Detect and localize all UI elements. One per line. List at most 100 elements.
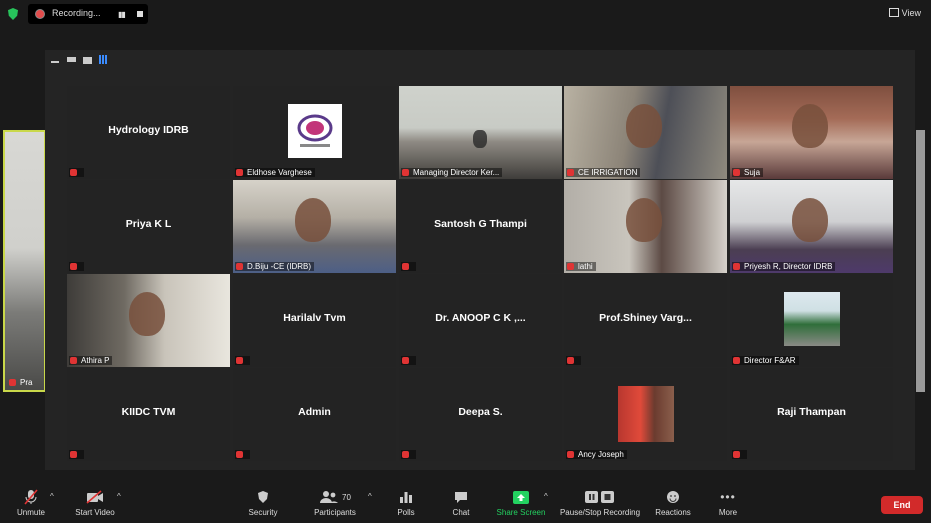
participant-tag: D.Biju -CE (IDRB) bbox=[235, 262, 315, 271]
reactions-label: Reactions bbox=[655, 508, 691, 517]
participant-tile[interactable]: Eldhose Varghese bbox=[233, 86, 396, 179]
participant-tag: lathi bbox=[566, 262, 596, 271]
recording-label: Recording... bbox=[52, 8, 101, 18]
participant-profile-photo bbox=[784, 292, 840, 346]
participant-tile[interactable]: lathi bbox=[564, 180, 727, 273]
chat-label: Chat bbox=[452, 508, 470, 517]
pause-recording-icon[interactable]: ▮▮ bbox=[118, 10, 126, 19]
side-participant-name: Pra bbox=[20, 378, 33, 387]
muted-mic-icon bbox=[733, 451, 740, 458]
muted-mic-icon bbox=[733, 169, 740, 176]
participant-tile[interactable]: CE IRRIGATION bbox=[564, 86, 727, 179]
participant-name: Priya K L bbox=[125, 218, 172, 230]
participant-tile[interactable]: Athira P bbox=[67, 274, 230, 367]
gallery-layout-icon[interactable] bbox=[98, 54, 108, 64]
participant-tile[interactable]: KIIDC TVM bbox=[67, 368, 230, 461]
video-off-icon bbox=[86, 490, 103, 504]
pause-stop-recording-button[interactable]: Pause/Stop Recording bbox=[558, 489, 642, 517]
organization-logo bbox=[288, 104, 342, 158]
muted-mic-icon bbox=[9, 379, 16, 386]
participant-tag bbox=[235, 356, 250, 365]
participants-icon bbox=[320, 491, 339, 503]
participant-tile[interactable]: Director F&AR bbox=[730, 274, 893, 367]
muted-mic-icon bbox=[402, 451, 409, 458]
participants-options-chevron-icon[interactable]: ^ bbox=[368, 492, 372, 501]
muted-mic-icon bbox=[70, 263, 77, 270]
participant-tag-label: Ancy Joseph bbox=[578, 450, 624, 459]
video-options-chevron-icon[interactable]: ^ bbox=[117, 492, 121, 501]
thumbnail-layout-icon[interactable] bbox=[66, 54, 76, 64]
participant-tag: Eldhose Varghese bbox=[235, 168, 315, 177]
minimize-icon[interactable] bbox=[50, 54, 60, 64]
muted-mic-icon bbox=[70, 357, 77, 364]
reactions-button[interactable]: Reactions bbox=[654, 489, 692, 517]
participant-tile[interactable]: Dr. ANOOP C K ,... bbox=[399, 274, 562, 367]
participant-grid: Hydrology IDRB Eldhose Varghese Managing D… bbox=[67, 86, 895, 462]
stop-recording-icon[interactable] bbox=[137, 11, 143, 17]
participant-video-figure bbox=[295, 198, 331, 242]
more-dots-icon: ••• bbox=[720, 490, 736, 504]
more-button[interactable]: ••• More bbox=[714, 489, 742, 517]
participant-tile[interactable]: Priya K L bbox=[67, 180, 230, 273]
encryption-shield-icon[interactable] bbox=[8, 8, 18, 20]
participant-profile-photo bbox=[618, 386, 674, 442]
side-scrollbar[interactable] bbox=[916, 130, 925, 392]
muted-mic-icon bbox=[733, 263, 740, 270]
participant-tag-label: Athira P bbox=[81, 356, 110, 365]
participant-tag bbox=[566, 356, 581, 365]
participant-tag: CE IRRIGATION bbox=[566, 168, 641, 177]
participant-tag bbox=[401, 356, 416, 365]
participant-video-figure bbox=[626, 104, 662, 148]
participant-tile[interactable]: Suja bbox=[730, 86, 893, 179]
participants-button[interactable]: 70 Participants bbox=[311, 489, 359, 517]
muted-mic-icon bbox=[402, 357, 409, 364]
participant-tile[interactable]: Ancy Joseph bbox=[564, 368, 727, 461]
participant-tile[interactable]: Raji Thampan bbox=[730, 368, 893, 461]
participant-tag bbox=[69, 262, 84, 271]
participant-tile[interactable]: Managing Director Ker... bbox=[399, 86, 562, 179]
participant-tag: Managing Director Ker... bbox=[401, 168, 503, 177]
security-label: Security bbox=[248, 508, 278, 517]
participant-tag: Director F&AR bbox=[732, 356, 799, 365]
participant-tile[interactable]: D.Biju -CE (IDRB) bbox=[233, 180, 396, 273]
share-screen-label: Share Screen bbox=[496, 508, 546, 517]
start-video-button[interactable]: Start Video bbox=[72, 489, 118, 517]
muted-mic-icon bbox=[236, 357, 243, 364]
participants-count: 70 bbox=[342, 492, 351, 502]
muted-mic-icon bbox=[236, 451, 243, 458]
participant-name: Santosh G Thampi bbox=[434, 218, 527, 230]
participant-tile[interactable]: Harilalv Tvm bbox=[233, 274, 396, 367]
participant-tag-label: D.Biju -CE (IDRB) bbox=[247, 262, 312, 271]
view-grid-icon bbox=[888, 8, 899, 17]
participant-tile[interactable]: Priyesh R, Director IDRB bbox=[730, 180, 893, 273]
participant-tag bbox=[401, 262, 416, 271]
participant-tile[interactable]: Santosh G Thampi bbox=[399, 180, 562, 273]
top-bar: Recording... ▮▮ View bbox=[0, 0, 931, 28]
participant-tile[interactable]: Admin bbox=[233, 368, 396, 461]
security-button[interactable]: Security bbox=[246, 489, 280, 517]
unmute-button[interactable]: Unmute bbox=[12, 489, 50, 517]
participant-video-figure bbox=[792, 104, 828, 148]
participant-tag-label: lathi bbox=[578, 262, 593, 271]
speaker-layout-icon[interactable] bbox=[82, 54, 92, 64]
muted-mic-icon bbox=[24, 489, 38, 505]
chat-button[interactable]: Chat bbox=[447, 489, 475, 517]
polls-button[interactable]: Polls bbox=[392, 489, 420, 517]
muted-mic-icon bbox=[70, 451, 77, 458]
participant-video-figure bbox=[473, 130, 487, 148]
participant-tag: Suja bbox=[732, 168, 764, 177]
participant-tile[interactable]: Hydrology IDRB bbox=[67, 86, 230, 179]
active-speaker-thumbnail[interactable]: Pra bbox=[3, 130, 46, 392]
participant-tile[interactable]: Prof.Shiney Varg... bbox=[564, 274, 727, 367]
share-options-chevron-icon[interactable]: ^ bbox=[544, 492, 548, 501]
share-screen-button[interactable]: Share Screen bbox=[495, 489, 547, 517]
muted-mic-icon bbox=[733, 357, 740, 364]
view-label: View bbox=[901, 8, 921, 18]
view-button[interactable]: View bbox=[888, 8, 921, 18]
audio-options-chevron-icon[interactable]: ^ bbox=[50, 492, 54, 501]
end-meeting-button[interactable]: End bbox=[881, 496, 923, 514]
recording-indicator: Recording... ▮▮ bbox=[28, 4, 148, 24]
unmute-label: Unmute bbox=[16, 508, 45, 517]
participant-tile[interactable]: Deepa S. bbox=[399, 368, 562, 461]
participant-tag-label: Managing Director Ker... bbox=[413, 168, 500, 177]
